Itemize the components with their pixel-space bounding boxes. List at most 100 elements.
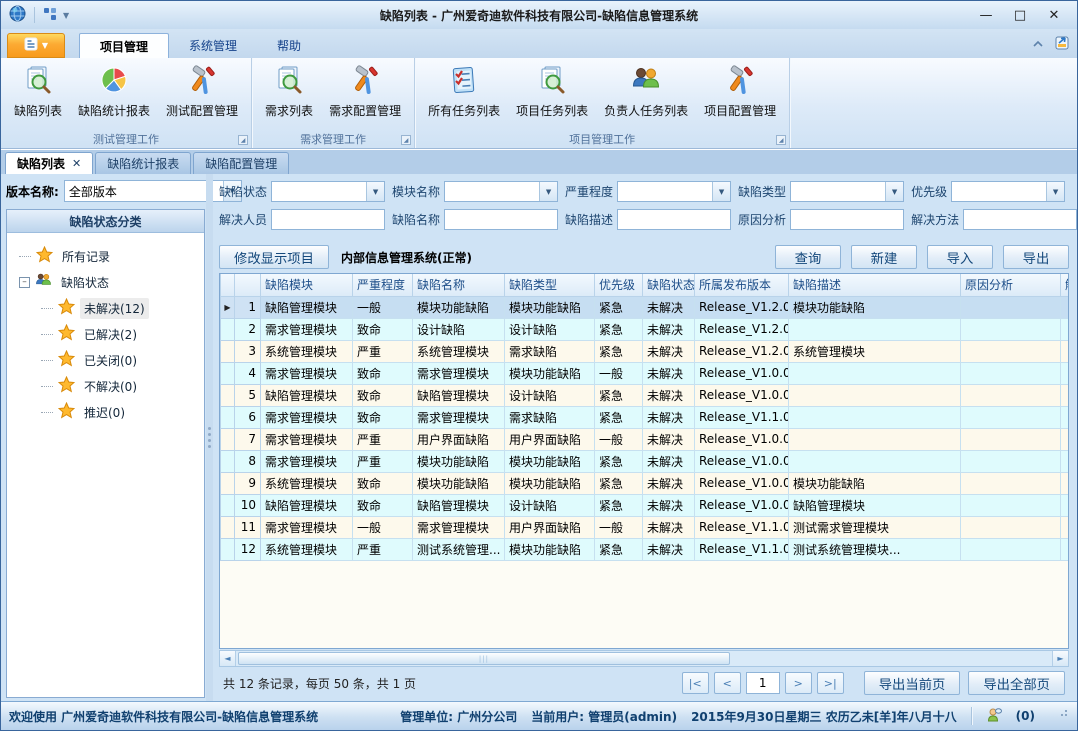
dialog-launcher-icon[interactable]: ◢: [238, 135, 248, 145]
chevron-down-icon[interactable]: ▼: [885, 182, 903, 201]
grid-action-button[interactable]: 导出: [1003, 245, 1069, 269]
column-header[interactable]: 缺陷名称: [413, 274, 505, 296]
filter-text-input[interactable]: [272, 185, 366, 199]
scroll-right-icon[interactable]: ►: [1052, 651, 1068, 666]
horizontal-scrollbar[interactable]: ◄ ||| ►: [219, 650, 1069, 667]
application-menu-button[interactable]: ▼: [7, 33, 65, 58]
column-header[interactable]: 解决方法: [1061, 274, 1070, 296]
filter-input[interactable]: [271, 209, 385, 230]
column-header[interactable]: 原因分析: [961, 274, 1061, 296]
first-page-button[interactable]: |<: [682, 672, 709, 694]
chevron-down-icon[interactable]: ▼: [366, 182, 384, 201]
grid-action-button[interactable]: 导入: [927, 245, 993, 269]
table-row[interactable]: 3系统管理模块严重系统管理模块需求缺陷紧急未解决Release_V1.2.0系统…: [221, 340, 1070, 362]
filter-text-input[interactable]: [445, 185, 539, 199]
prev-page-button[interactable]: <: [714, 672, 741, 694]
column-header[interactable]: 缺陷状态: [643, 274, 695, 296]
table-row[interactable]: 12系统管理模块严重测试系统管理...模块功能缺陷紧急未解决Release_V1…: [221, 538, 1070, 560]
collapse-node-icon[interactable]: –: [19, 277, 30, 288]
maximize-button[interactable]: □: [1005, 4, 1035, 26]
table-row[interactable]: 6需求管理模块致命需求管理模块需求缺陷紧急未解决Release_V1.1.0: [221, 406, 1070, 428]
tree-item[interactable]: 推迟(0): [11, 399, 200, 425]
table-row[interactable]: 5缺陷管理模块致命缺陷管理模块设计缺陷紧急未解决Release_V1.0.0: [221, 384, 1070, 406]
resize-grip[interactable]: [1057, 710, 1069, 722]
user-message-icon[interactable]: [986, 707, 1002, 726]
ribbon-tab[interactable]: 系统管理: [169, 33, 257, 58]
ribbon-item[interactable]: 需求列表: [258, 62, 320, 122]
table-row[interactable]: 10缺陷管理模块致命缺陷管理模块设计缺陷紧急未解决Release_V1.0.0缺…: [221, 494, 1070, 516]
ribbon-item[interactable]: 负责人任务列表: [597, 62, 695, 122]
minimize-button[interactable]: —: [971, 4, 1001, 26]
export-current-page-button[interactable]: 导出当前页: [864, 671, 961, 695]
panel-splitter[interactable]: [206, 174, 213, 701]
tree-item[interactable]: 未解决(12): [11, 295, 200, 321]
close-button[interactable]: ✕: [1039, 4, 1069, 26]
app-globe-icon[interactable]: [9, 5, 26, 25]
filter-combobox[interactable]: ▼: [951, 181, 1065, 202]
column-header[interactable]: 缺陷类型: [505, 274, 595, 296]
filter-input[interactable]: [790, 209, 904, 230]
filter-combobox[interactable]: ▼: [617, 181, 731, 202]
filter-input[interactable]: [617, 209, 731, 230]
tree-item[interactable]: 不解决(0): [11, 373, 200, 399]
dialog-launcher-icon[interactable]: ◢: [776, 135, 786, 145]
ribbon-tab[interactable]: 项目管理: [79, 33, 169, 58]
column-header[interactable]: 缺陷描述: [789, 274, 961, 296]
collapse-ribbon-icon[interactable]: [1032, 37, 1044, 51]
table-row[interactable]: ▶1缺陷管理模块一般模块功能缺陷模块功能缺陷紧急未解决Release_V1.2.…: [221, 296, 1070, 318]
modify-columns-button[interactable]: 修改显示项目: [219, 245, 329, 269]
document-tab[interactable]: 缺陷统计报表: [95, 152, 191, 174]
help-icon[interactable]: [1054, 34, 1071, 54]
ribbon-item[interactable]: 测试配置管理: [159, 62, 245, 122]
chevron-down-icon[interactable]: ▼: [539, 182, 557, 201]
ribbon-item[interactable]: 需求配置管理: [322, 62, 408, 122]
filter-text-input[interactable]: [964, 213, 1076, 227]
filter-text-input[interactable]: [952, 185, 1046, 199]
filter-combobox[interactable]: ▼: [444, 181, 558, 202]
document-tab[interactable]: 缺陷列表✕: [5, 152, 93, 174]
tree-item[interactable]: 已关闭(0): [11, 347, 200, 373]
column-header[interactable]: 严重程度: [353, 274, 413, 296]
filter-text-input[interactable]: [618, 185, 712, 199]
layout-squares-icon[interactable]: [43, 7, 57, 24]
tree-item[interactable]: 所有记录: [11, 243, 200, 269]
chevron-down-icon[interactable]: ▼: [1046, 182, 1064, 201]
table-row[interactable]: 11需求管理模块一般需求管理模块用户界面缺陷一般未解决Release_V1.1.…: [221, 516, 1070, 538]
filter-combobox[interactable]: ▼: [271, 181, 385, 202]
ribbon-item[interactable]: 项目配置管理: [697, 62, 783, 122]
column-header[interactable]: 所属发布版本: [695, 274, 789, 296]
document-tab[interactable]: 缺陷配置管理: [193, 152, 289, 174]
tree-item[interactable]: –缺陷状态: [11, 269, 200, 295]
table-row[interactable]: 7需求管理模块严重用户界面缺陷用户界面缺陷一般未解决Release_V1.0.0: [221, 428, 1070, 450]
chevron-down-icon[interactable]: ▼: [63, 11, 69, 20]
close-tab-icon[interactable]: ✕: [72, 157, 81, 170]
table-row[interactable]: 8需求管理模块严重模块功能缺陷模块功能缺陷紧急未解决Release_V1.0.0: [221, 450, 1070, 472]
grid-action-button[interactable]: 新建: [851, 245, 917, 269]
ribbon-item[interactable]: 缺陷统计报表: [71, 62, 157, 122]
filter-text-input[interactable]: [791, 213, 903, 227]
last-page-button[interactable]: >|: [817, 672, 844, 694]
ribbon-item[interactable]: 所有任务列表: [421, 62, 507, 122]
table-row[interactable]: 4需求管理模块致命需求管理模块模块功能缺陷一般未解决Release_V1.0.0: [221, 362, 1070, 384]
filter-text-input[interactable]: [445, 213, 557, 227]
table-row[interactable]: 9系统管理模块致命模块功能缺陷模块功能缺陷紧急未解决Release_V1.0.0…: [221, 472, 1070, 494]
filter-text-input[interactable]: [272, 213, 384, 227]
table-row[interactable]: 2需求管理模块致命设计缺陷设计缺陷紧急未解决Release_V1.2.0: [221, 318, 1070, 340]
filter-input[interactable]: [963, 209, 1077, 230]
column-header[interactable]: 优先级: [595, 274, 643, 296]
next-page-button[interactable]: >: [785, 672, 812, 694]
grid-action-button[interactable]: 查询: [775, 245, 841, 269]
page-number-input[interactable]: [746, 672, 780, 694]
dialog-launcher-icon[interactable]: ◢: [401, 135, 411, 145]
ribbon-item[interactable]: 缺陷列表: [7, 62, 69, 122]
export-all-pages-button[interactable]: 导出全部页: [968, 671, 1065, 695]
version-input[interactable]: [65, 184, 223, 198]
filter-input[interactable]: [444, 209, 558, 230]
chevron-down-icon[interactable]: ▼: [712, 182, 730, 201]
ribbon-item[interactable]: 项目任务列表: [509, 62, 595, 122]
filter-text-input[interactable]: [618, 213, 730, 227]
tree-item[interactable]: 已解决(2): [11, 321, 200, 347]
column-header[interactable]: 缺陷模块: [261, 274, 353, 296]
scroll-left-icon[interactable]: ◄: [220, 651, 236, 666]
filter-text-input[interactable]: [791, 185, 885, 199]
